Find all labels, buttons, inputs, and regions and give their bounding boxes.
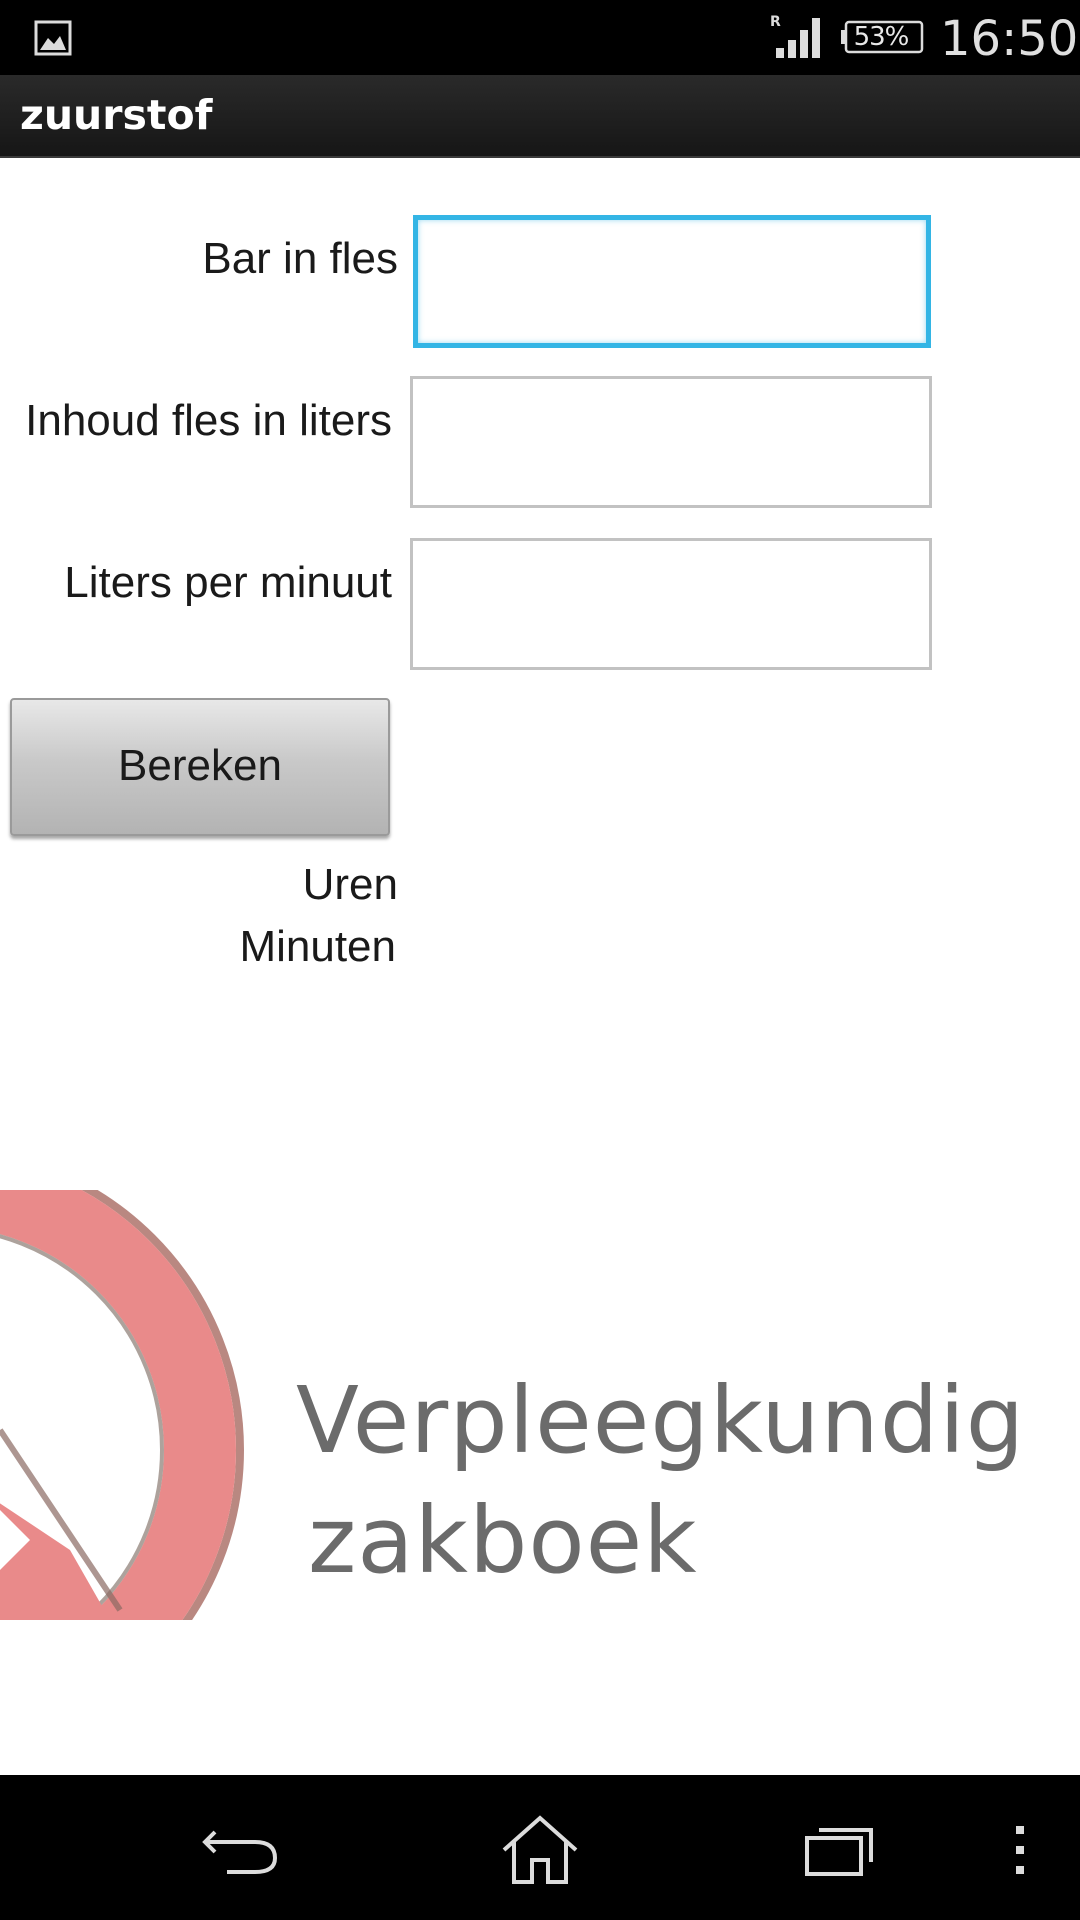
roaming-indicator: R — [770, 14, 781, 30]
status-time: 16:50 — [940, 11, 1079, 67]
signal-icon: R — [770, 14, 820, 58]
liters-per-minute-input[interactable] — [410, 538, 932, 670]
back-icon — [202, 1830, 278, 1874]
back-button[interactable] — [182, 1805, 302, 1895]
liters-per-minute-label: Liters per minuut — [64, 558, 392, 607]
app-title: zuurstof — [20, 91, 213, 139]
status-bar: R 53% 16:50 — [0, 0, 1080, 75]
watermark-text-line2: zakboek — [308, 1487, 698, 1594]
gallery-icon — [34, 20, 72, 56]
watermark-text-line1: Verpleegkundig — [296, 1367, 1026, 1474]
recent-apps-button[interactable] — [780, 1805, 900, 1895]
bar-input[interactable] — [413, 215, 931, 348]
bar-label: Bar in fles — [202, 234, 398, 283]
overflow-menu-icon — [1016, 1826, 1024, 1874]
recent-apps-icon — [805, 1828, 873, 1876]
screen: R 53% 16:50 zuurstof Bar in fles Inhoud … — [0, 0, 1080, 1920]
home-button[interactable] — [480, 1805, 600, 1895]
inhoud-input[interactable] — [410, 376, 932, 508]
action-bar: zuurstof — [0, 75, 1080, 158]
overflow-menu-button[interactable] — [990, 1805, 1050, 1895]
battery-percentage: 53% — [853, 22, 910, 52]
navigation-bar — [0, 1775, 1080, 1920]
inhoud-label: Inhoud fles in liters — [25, 396, 392, 445]
home-icon — [502, 1815, 578, 1884]
calculate-button[interactable]: Bereken — [10, 698, 390, 836]
hours-result-label: Uren — [302, 860, 398, 909]
minutes-result-label: Minuten — [239, 922, 396, 971]
